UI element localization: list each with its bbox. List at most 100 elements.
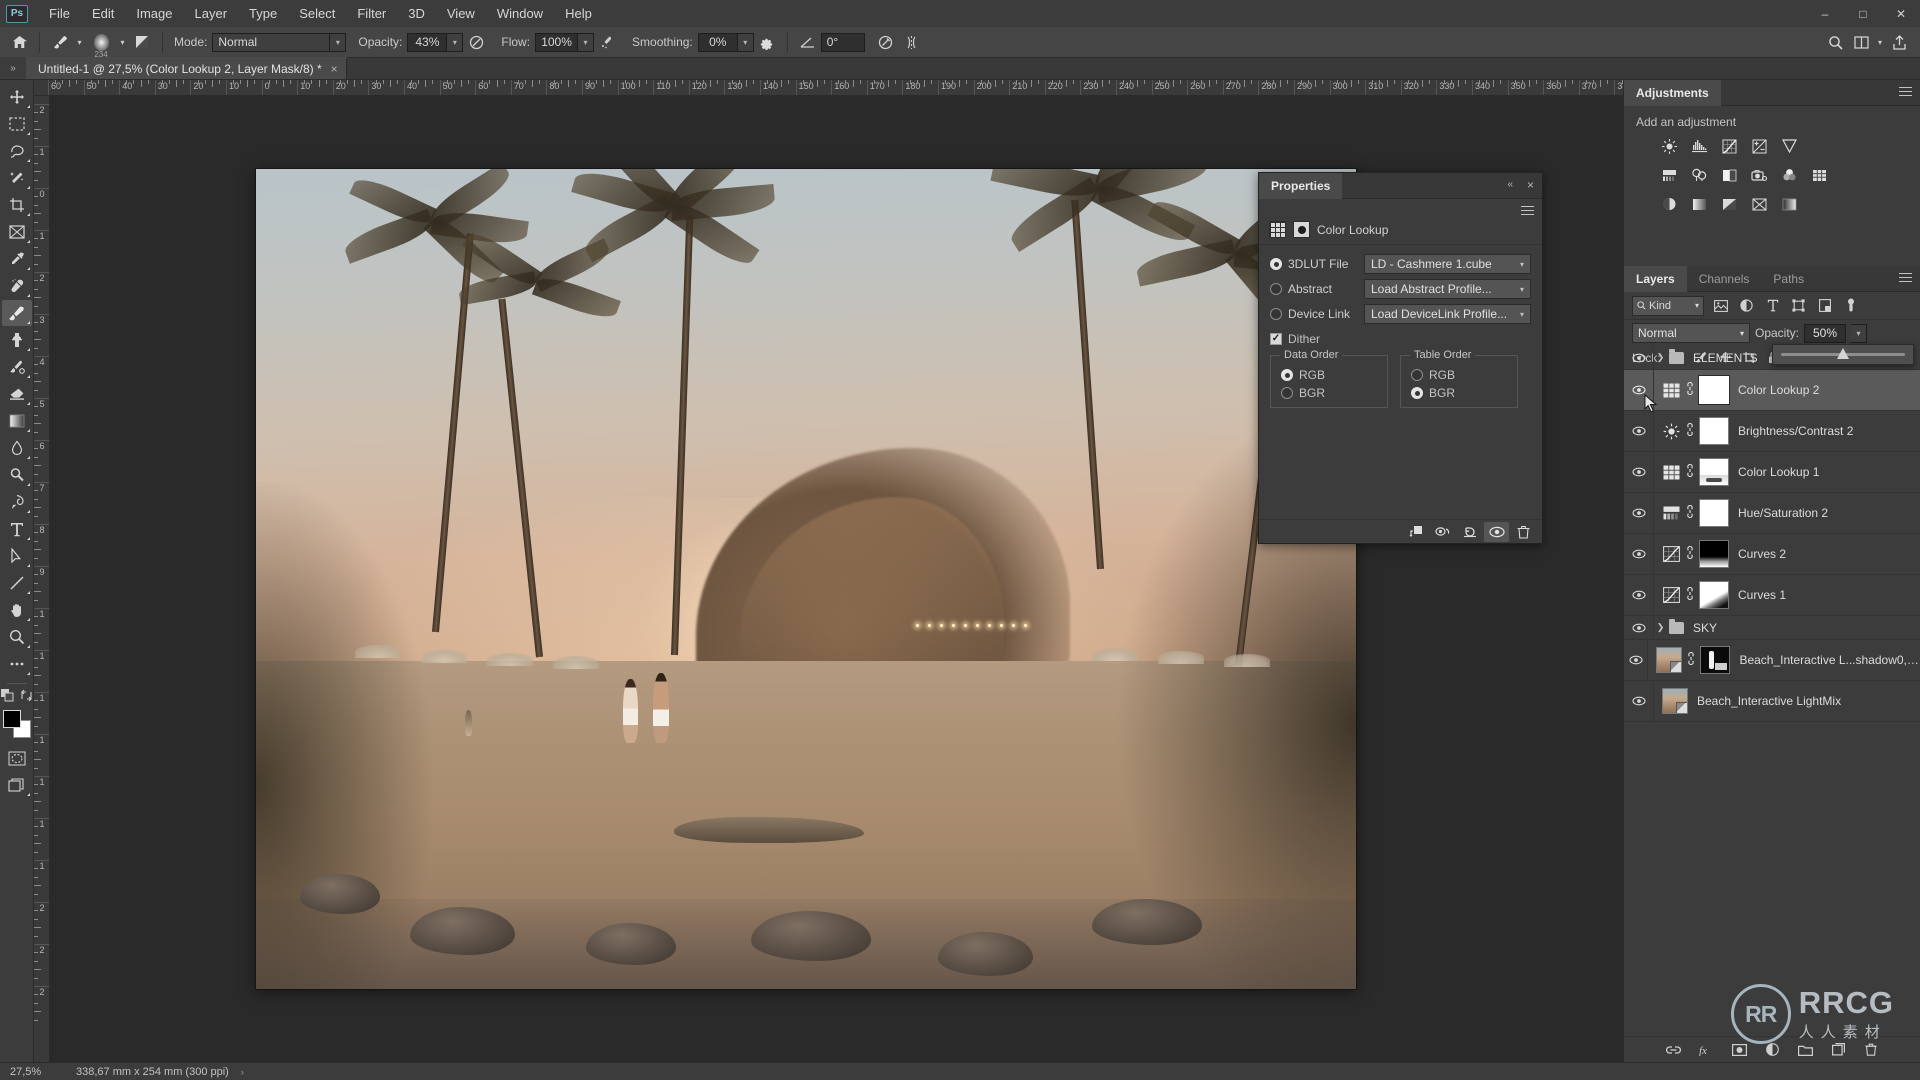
color-balance-icon[interactable]: [1690, 166, 1708, 184]
close-icon[interactable]: ×: [1527, 178, 1534, 192]
opacity-combo[interactable]: 43% ▾: [407, 32, 464, 52]
tab-channels[interactable]: Channels: [1687, 266, 1762, 292]
quick-mask-icon[interactable]: [2, 745, 32, 771]
layer-row-color-lookup-1[interactable]: Color Lookup 1: [1624, 452, 1920, 493]
arrange-documents-icon[interactable]: [1848, 30, 1874, 54]
airbrush-icon[interactable]: [594, 30, 620, 54]
opacity-slider-thumb[interactable]: [1837, 348, 1849, 359]
menu-window[interactable]: Window: [486, 0, 554, 27]
blur-tool[interactable]: [2, 435, 32, 461]
invert-icon[interactable]: [1660, 195, 1678, 213]
menu-edit[interactable]: Edit: [81, 0, 125, 27]
link-layers-button[interactable]: [1665, 1041, 1682, 1058]
layer-mask-thumbnail[interactable]: [1700, 646, 1731, 674]
radio-device-link[interactable]: [1270, 308, 1282, 320]
link-icon[interactable]: [1684, 381, 1696, 398]
panel-menu-icon[interactable]: [1899, 87, 1912, 99]
document-tab[interactable]: Untitled-1 @ 27,5% (Color Lookup 2, Laye…: [26, 57, 347, 79]
blend-mode-chevron-down-icon[interactable]: ▾: [330, 32, 347, 52]
pressure-size-icon[interactable]: [873, 30, 899, 54]
layer-mask-thumbnail[interactable]: [1699, 417, 1729, 445]
layer-visibility-toggle[interactable]: [1624, 534, 1654, 574]
maximize-button[interactable]: □: [1844, 0, 1882, 27]
layer-row-hue-saturation-2[interactable]: Hue/Saturation 2: [1624, 493, 1920, 534]
clone-stamp-tool[interactable]: [2, 327, 32, 353]
filter-type-icon[interactable]: [1763, 296, 1782, 315]
layer-visibility-toggle[interactable]: [1624, 575, 1654, 615]
menu-image[interactable]: Image: [125, 0, 183, 27]
brush-preset-chevron-down-icon[interactable]: ▾: [116, 30, 129, 54]
layer-row-beach-interactive-shadow[interactable]: Beach_Interactive L...shadow0,contrast08: [1624, 640, 1920, 681]
reset-button[interactable]: [1457, 522, 1482, 542]
brush-angle-icon[interactable]: [795, 30, 821, 54]
channel-mixer-icon[interactable]: [1780, 166, 1798, 184]
status-expand-icon[interactable]: ›: [241, 1067, 244, 1077]
zoom-tool[interactable]: [2, 624, 32, 650]
layer-row-curves-2[interactable]: Curves 2: [1624, 534, 1920, 575]
black-white-icon[interactable]: [1720, 166, 1738, 184]
chevron-right-icon[interactable]: ❯: [1654, 352, 1667, 363]
levels-icon[interactable]: [1690, 137, 1708, 155]
share-icon[interactable]: [1886, 30, 1912, 54]
move-tool[interactable]: [2, 84, 32, 110]
screen-mode-icon[interactable]: [2, 772, 32, 798]
menu-layer[interactable]: Layer: [184, 0, 239, 27]
search-icon[interactable]: [1822, 30, 1848, 54]
radio-abstract[interactable]: [1270, 283, 1282, 295]
filter-shape-icon[interactable]: [1789, 296, 1808, 315]
layer-row-beach-interactive-lightmix[interactable]: Beach_Interactive LightMix: [1624, 681, 1920, 722]
menu-type[interactable]: Type: [238, 0, 288, 27]
layer-row-color-lookup-2[interactable]: Color Lookup 2: [1624, 370, 1920, 413]
vibrance-icon[interactable]: [1780, 137, 1798, 155]
line-tool[interactable]: [2, 570, 32, 596]
brush-settings-panel-icon[interactable]: [129, 30, 155, 54]
minimize-button[interactable]: –: [1806, 0, 1844, 27]
pressure-opacity-icon[interactable]: [463, 30, 489, 54]
radio-table-order-bgr[interactable]: [1411, 387, 1423, 399]
layer-opacity-chevron-down-icon[interactable]: ▾: [1851, 323, 1868, 343]
table-order-bgr-row[interactable]: BGR: [1411, 386, 1507, 400]
tab-paths[interactable]: Paths: [1761, 266, 1816, 292]
menu-3d[interactable]: 3D: [397, 0, 436, 27]
opacity-slider-popup[interactable]: [1772, 344, 1914, 365]
arrange-chevron-down-icon[interactable]: ▾: [1874, 30, 1886, 54]
threshold-icon[interactable]: [1720, 195, 1738, 213]
history-brush-tool[interactable]: [2, 354, 32, 380]
link-icon[interactable]: [1684, 545, 1696, 562]
brush-angle-value[interactable]: 0°: [820, 32, 865, 52]
opacity-value[interactable]: 43%: [407, 32, 448, 52]
photo-filter-icon[interactable]: [1750, 166, 1768, 184]
collapse-icon[interactable]: «: [1507, 179, 1514, 190]
lut-row-3dlut-file[interactable]: 3DLUT File LD - Cashmere 1.cube ▾: [1270, 254, 1531, 274]
brush-tool-chevron-down-icon[interactable]: ▾: [73, 30, 86, 54]
home-icon[interactable]: [6, 30, 32, 54]
filter-smart-object-icon[interactable]: [1815, 296, 1834, 315]
vertical-ruler[interactable]: 2 1 0 1 2 3 4 5 6 7 8 9 1 1 1 1 1 1 1 2 2 2: [34, 96, 50, 1062]
posterize-icon[interactable]: [1690, 195, 1708, 213]
layer-opacity-value[interactable]: 50%: [1804, 323, 1847, 343]
chevron-right-icon[interactable]: ❯: [1654, 622, 1667, 633]
opacity-chevron-down-icon[interactable]: ▾: [447, 32, 464, 52]
frame-tool[interactable]: [2, 219, 32, 245]
layer-mask-thumbnail[interactable]: [1699, 499, 1729, 527]
flow-combo[interactable]: 100% ▾: [535, 32, 595, 52]
blend-mode-combo[interactable]: Normal ▾: [212, 32, 347, 52]
layer-row-curves-1[interactable]: Curves 1: [1624, 575, 1920, 616]
link-icon[interactable]: [1684, 463, 1696, 480]
hand-tool[interactable]: [2, 597, 32, 623]
layer-style-button[interactable]: fx: [1698, 1041, 1715, 1058]
layer-mask-thumbnail[interactable]: [1699, 458, 1729, 486]
layer-visibility-toggle[interactable]: [1624, 640, 1649, 680]
brush-preset-preview[interactable]: 234: [86, 29, 116, 59]
select-abstract[interactable]: Load Abstract Profile... ▾: [1364, 279, 1531, 299]
lut-row-device-link[interactable]: Device Link Load DeviceLink Profile... ▾: [1270, 304, 1531, 324]
foreground-color-swatch[interactable]: [2, 710, 21, 728]
close-icon[interactable]: ×: [331, 62, 338, 76]
blend-mode-value[interactable]: Normal: [212, 32, 331, 52]
layer-mask-thumbnail[interactable]: [1698, 375, 1730, 405]
layer-mask-thumbnail[interactable]: [1699, 581, 1729, 609]
layer-visibility-toggle[interactable]: [1624, 616, 1654, 639]
panel-expander-button[interactable]: »: [0, 57, 26, 79]
menu-help[interactable]: Help: [554, 0, 603, 27]
filter-adjustment-icon[interactable]: [1737, 296, 1756, 315]
